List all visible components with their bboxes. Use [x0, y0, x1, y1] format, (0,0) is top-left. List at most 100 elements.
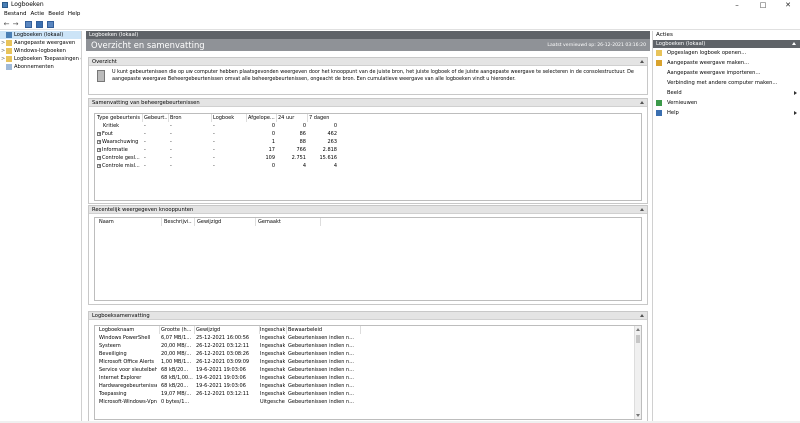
log-retention-cell: Gebeurtenissen indien n...: [288, 383, 354, 389]
log-size-cell: 68 kB/20...: [161, 367, 189, 373]
expand-plus-icon[interactable]: +: [97, 148, 101, 152]
column-header[interactable]: Gewijzigd: [197, 218, 252, 226]
expand-plus-icon[interactable]: +: [97, 156, 101, 160]
last-7days-cell: 2.818: [322, 147, 337, 153]
action-label: Beeld: [667, 90, 682, 96]
table-row[interactable]: Beveiliging 20,00 MB/... 26-12-2021 03:08:…: [97, 350, 627, 358]
log-summary-scrollbar[interactable]: [634, 326, 641, 419]
column-header[interactable]: 7 dagen: [309, 114, 337, 122]
action-item[interactable]: Beeld: [653, 88, 800, 98]
log-enabled-cell: Uitgesche...: [260, 399, 285, 405]
column-header[interactable]: Gemaakt: [258, 218, 318, 226]
maximize-button[interactable]: □: [751, 0, 775, 10]
table-row[interactable]: +Controle gesl... - - -109 2.751 15.616: [97, 154, 367, 162]
summary-banner: Overzicht en samenvatting Laatst vernieu…: [86, 39, 650, 51]
menu-beeld[interactable]: Beeld: [48, 10, 64, 19]
table-row[interactable]: +Controle misl... - - -0 4 4: [97, 162, 367, 170]
table-row[interactable]: Internet Explorer 68 kB/1,00... 19-6-2021 …: [97, 374, 627, 382]
collapse-chevron-icon[interactable]: [640, 101, 644, 104]
column-header[interactable]: Logboeknaam: [99, 326, 157, 334]
collapse-chevron-icon[interactable]: [640, 314, 644, 317]
expand-plus-icon[interactable]: +: [97, 140, 101, 144]
tree-item-custom-views[interactable]: > Aangepaste weergaven: [0, 39, 81, 47]
collapse-chevron-icon[interactable]: [640, 60, 644, 63]
minimize-button[interactable]: –: [725, 0, 749, 10]
menu-help[interactable]: Help: [68, 10, 81, 19]
log-summary-header[interactable]: Logboeksamenvatting: [89, 312, 647, 320]
scroll-up-icon[interactable]: [636, 328, 640, 331]
collapse-chevron-icon[interactable]: [792, 42, 796, 45]
table-row[interactable]: Microsoft Office Alerts 1,00 MB/1... 26-12…: [97, 358, 627, 366]
log-name-cell: Beveiliging: [99, 351, 127, 357]
tree-expander[interactable]: >: [1, 39, 5, 47]
action-item[interactable]: Help: [653, 108, 800, 118]
show-hide-actions-icon[interactable]: [47, 21, 54, 28]
table-row[interactable]: Windows PowerShell 6,07 MB/1... 25-12-2021…: [97, 334, 627, 342]
scroll-down-icon[interactable]: [636, 414, 640, 417]
forward-arrow-icon[interactable]: →: [12, 21, 19, 28]
overview-header[interactable]: Overzicht: [89, 58, 647, 66]
table-row[interactable]: +Informatie - - -17 766 2.818: [97, 146, 367, 154]
column-header[interactable]: Bewaarbeleid: [288, 326, 358, 334]
show-hide-tree-icon[interactable]: [25, 21, 32, 28]
log-retention-cell: Gebeurtenissen indien n...: [288, 351, 354, 357]
back-arrow-icon[interactable]: ←: [3, 21, 10, 28]
admin-events-header[interactable]: Samenvatting van beheergebeurtenissen: [89, 99, 647, 107]
column-header[interactable]: Gebeurt...: [144, 114, 167, 122]
column-header[interactable]: Afgelope...: [248, 114, 275, 122]
table-row[interactable]: Toepassing 19,07 MB/... 26-12-2021 03:12:1…: [97, 390, 627, 398]
log-retention-cell: Gebeurtenissen indien n...: [288, 343, 354, 349]
recent-nodes-header[interactable]: Recentelijk weergegeven knooppunten: [89, 206, 647, 214]
tree-item-subscriptions[interactable]: Abonnementen: [0, 63, 81, 71]
help-book-icon[interactable]: [36, 21, 43, 28]
column-header[interactable]: 24 uur: [278, 114, 306, 122]
expand-plus-icon[interactable]: +: [97, 132, 101, 136]
column-header[interactable]: Beschrijvi...: [164, 218, 192, 226]
table-row[interactable]: +Fout - - -0 86 462: [97, 130, 367, 138]
log-summary-section: Logboeksamenvatting Logboeknaam Grootte …: [88, 311, 648, 423]
table-row[interactable]: Kritiek - - - 0 0 0: [97, 122, 367, 130]
close-button[interactable]: ✕: [776, 0, 800, 10]
banner-title: Overzicht en samenvatting: [91, 40, 205, 50]
column-header[interactable]: Logboek: [213, 114, 245, 122]
admin-events-table: Type gebeurtenis Gebeurt... Bron Logboek…: [94, 113, 642, 201]
source-cell: -: [170, 123, 172, 129]
log-name-cell: Hardwaregebeurtenissen: [99, 383, 157, 389]
tree-item-app-service-logs[interactable]: > Logboeken Toepassingen en services: [0, 55, 81, 63]
column-header[interactable]: Type gebeurtenis: [97, 114, 141, 122]
action-item[interactable]: Vernieuwen: [653, 98, 800, 108]
event-id-cell: -: [144, 131, 146, 137]
last-7days-cell: 15.616: [319, 155, 338, 161]
table-row[interactable]: Systeem 20,00 MB/... 26-12-2021 03:12:11 In…: [97, 342, 627, 350]
toolbar: ← →: [0, 19, 800, 30]
action-item[interactable]: Aangepaste weergave importeren...: [653, 68, 800, 78]
table-row[interactable]: +Waarschuwing - - -1 88 263: [97, 138, 367, 146]
tree-expander[interactable]: >: [1, 47, 5, 55]
actions-subheader[interactable]: Logboeken (lokaal): [653, 40, 800, 48]
log-size-cell: 6,07 MB/1...: [161, 335, 192, 341]
column-header[interactable]: Gewijzigd: [196, 326, 258, 334]
column-header[interactable]: Naam: [99, 218, 159, 226]
log-size-cell: 19,07 MB/...: [161, 391, 192, 397]
source-cell: -: [170, 131, 172, 137]
tree-expander[interactable]: >: [1, 55, 5, 63]
expand-plus-icon[interactable]: +: [97, 164, 101, 168]
action-item[interactable]: Opgeslagen logboek openen...: [653, 48, 800, 58]
menu-actie[interactable]: Actie: [31, 10, 45, 19]
action-item[interactable]: Verbinding met andere computer maken...: [653, 78, 800, 88]
column-header[interactable]: Grootte (h...: [161, 326, 193, 334]
event-viewer-app-icon: [2, 2, 8, 8]
table-row[interactable]: Service voor sleutelbeheer 68 kB/20... 19-…: [97, 366, 627, 374]
tree-item-local-logs[interactable]: Logboeken (lokaal): [0, 31, 81, 39]
column-header[interactable]: Ingeschak...: [260, 326, 285, 334]
table-row[interactable]: Hardwaregebeurtenissen 68 kB/20... 19-6-20…: [97, 382, 627, 390]
tree-item-windows-logs[interactable]: > Windows-logboeken: [0, 47, 81, 55]
menu-bestand[interactable]: Bestand: [4, 10, 27, 19]
actions-subheader-label: Logboeken (lokaal): [656, 41, 706, 47]
table-row[interactable]: Microsoft-Windows-Vpn... 0 bytes/1... Uitg…: [97, 398, 627, 406]
table-header-row: Naam Beschrijvi... Gewijzigd Gemaakt: [97, 218, 637, 226]
collapse-chevron-icon[interactable]: [640, 208, 644, 211]
action-item[interactable]: Aangepaste weergave maken...: [653, 58, 800, 68]
scroll-thumb[interactable]: [636, 335, 640, 343]
column-header[interactable]: Bron: [170, 114, 210, 122]
